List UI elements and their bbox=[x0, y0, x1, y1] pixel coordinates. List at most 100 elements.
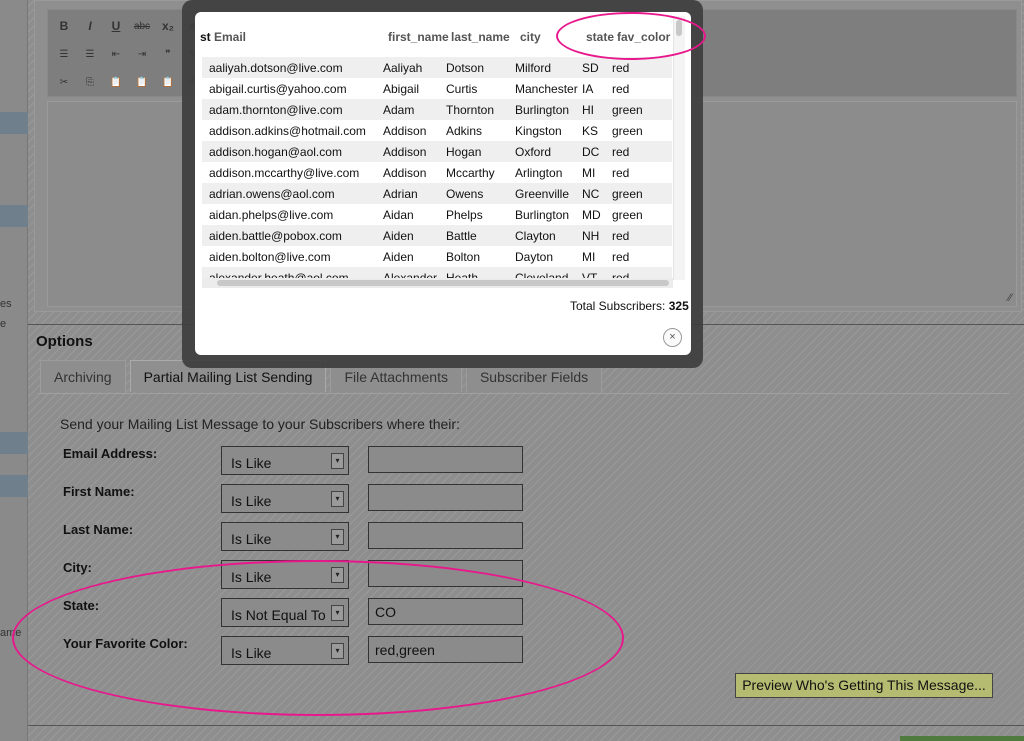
cell-state: MI bbox=[582, 166, 596, 180]
numbered-list-icon[interactable]: ☰ bbox=[56, 46, 72, 62]
cell-first-name: Abigail bbox=[383, 82, 420, 96]
total-subscribers: Total Subscribers: 325 bbox=[570, 299, 689, 313]
tab-archiving[interactable]: Archiving bbox=[40, 360, 126, 392]
cell-city: Oxford bbox=[515, 145, 552, 159]
cell-last-name: Phelps bbox=[446, 208, 483, 222]
cell-email: aaliyah.dotson@live.com bbox=[209, 61, 343, 75]
email-filter-input[interactable] bbox=[368, 446, 523, 473]
column-header-status: st bbox=[200, 30, 211, 44]
cell-email: adrian.owens@aol.com bbox=[209, 187, 335, 201]
cell-city: Greenville bbox=[515, 187, 570, 201]
cell-state: SD bbox=[582, 61, 599, 75]
cell-city: Kingston bbox=[515, 124, 562, 138]
bold-button[interactable]: B bbox=[56, 18, 72, 34]
cell-fav-color: red bbox=[612, 61, 630, 75]
paste-icon[interactable]: 📋 bbox=[108, 74, 124, 90]
cell-state: HI bbox=[582, 103, 594, 117]
select-value: Is Like bbox=[231, 493, 272, 509]
first-name-operator-select[interactable]: Is Like ▾ bbox=[221, 484, 349, 513]
italic-button[interactable]: I bbox=[82, 18, 98, 34]
cell-last-name: Dotson bbox=[446, 61, 485, 75]
cell-city: Clayton bbox=[515, 229, 556, 243]
first-name-filter-input[interactable] bbox=[368, 484, 523, 511]
paste-text-icon[interactable]: 📋 bbox=[134, 74, 150, 90]
blockquote-icon[interactable]: ❞ bbox=[160, 46, 176, 62]
cell-first-name: Aiden bbox=[383, 229, 414, 243]
cell-last-name: Adkins bbox=[446, 124, 483, 138]
cell-first-name: Aiden bbox=[383, 250, 414, 264]
cell-last-name: Hogan bbox=[446, 145, 482, 159]
cell-first-name: Aaliyah bbox=[383, 61, 423, 75]
cell-city: Dayton bbox=[515, 250, 554, 264]
options-legend: Options bbox=[36, 333, 93, 350]
cell-fav-color: green bbox=[612, 103, 643, 117]
cell-fav-color: green bbox=[612, 187, 643, 201]
sidebar-text: e bbox=[0, 318, 7, 330]
select-value: Is Like bbox=[231, 531, 272, 547]
cell-fav-color: red bbox=[612, 250, 630, 264]
cell-email: adam.thornton@live.com bbox=[209, 103, 343, 117]
close-button[interactable]: × bbox=[663, 328, 682, 347]
table-row: aidan.phelps@live.com Aidan Phelps Burlingt… bbox=[202, 204, 672, 225]
cell-first-name: Addison bbox=[383, 124, 427, 138]
cell-state: NC bbox=[582, 187, 600, 201]
horizontal-scrollbar-thumb[interactable] bbox=[217, 280, 669, 286]
cell-email: aiden.battle@pobox.com bbox=[209, 229, 342, 243]
preview-recipients-button[interactable]: Preview Who's Getting This Message... bbox=[735, 673, 993, 698]
cell-email: abigail.curtis@yahoo.com bbox=[209, 82, 347, 96]
last-name-operator-select[interactable]: Is Like ▾ bbox=[221, 522, 349, 551]
cell-state: IA bbox=[582, 82, 594, 96]
cell-state: MI bbox=[582, 250, 596, 264]
table-row: abigail.curtis@yahoo.com Abigail Curtis Man… bbox=[202, 78, 672, 99]
table-row: aiden.battle@pobox.com Aiden Battle Clayton… bbox=[202, 225, 672, 246]
cell-email: aidan.phelps@live.com bbox=[209, 208, 334, 222]
annotation-ellipse-state-color bbox=[556, 12, 706, 60]
last-name-filter-input[interactable] bbox=[368, 522, 523, 549]
cell-last-name: Mccarthy bbox=[446, 166, 495, 180]
cell-city: Arlington bbox=[515, 166, 563, 180]
subscript-button[interactable]: x₂ bbox=[160, 18, 176, 34]
underline-button[interactable]: U bbox=[108, 18, 124, 34]
cell-email: addison.hogan@aol.com bbox=[209, 145, 342, 159]
cell-state: KS bbox=[582, 124, 599, 138]
table-row: addison.adkins@hotmail.com Addison Adkins K… bbox=[202, 120, 672, 141]
cell-city: Burlington bbox=[515, 103, 570, 117]
cell-state: DC bbox=[582, 145, 600, 159]
cell-first-name: Adrian bbox=[383, 187, 418, 201]
chevron-down-icon: ▾ bbox=[331, 529, 344, 545]
cell-last-name: Bolton bbox=[446, 250, 481, 264]
cell-state: NH bbox=[582, 229, 600, 243]
vertical-scrollbar[interactable] bbox=[673, 16, 685, 280]
cell-first-name: Addison bbox=[383, 145, 427, 159]
indent-icon[interactable]: ⇥ bbox=[134, 46, 150, 62]
cell-fav-color: red bbox=[612, 229, 630, 243]
sidebar-text: es bbox=[0, 298, 12, 310]
paste-word-icon[interactable]: 📋 bbox=[160, 74, 176, 90]
table-row: adam.thornton@live.com Adam Thornton Burlin… bbox=[202, 99, 672, 120]
cell-email: addison.mccarthy@live.com bbox=[209, 166, 360, 180]
email-operator-select[interactable]: Is Like ▾ bbox=[221, 446, 349, 475]
field-label-last-name: Last Name: bbox=[63, 522, 134, 537]
resize-grip-icon[interactable]: ⁄⁄ bbox=[1008, 292, 1012, 304]
strikethrough-button[interactable]: abc bbox=[134, 18, 150, 34]
bulleted-list-icon[interactable]: ☰ bbox=[82, 46, 98, 62]
cell-fav-color: green bbox=[612, 208, 643, 222]
copy-icon[interactable]: ⎘ bbox=[82, 74, 98, 90]
toolbar-row-format: B I U abc x₂ x² bbox=[56, 18, 202, 34]
total-subscribers-count: 325 bbox=[668, 299, 689, 313]
column-header-city: city bbox=[520, 30, 541, 44]
table-row: aiden.bolton@live.com Aiden Bolton Dayton MI… bbox=[202, 246, 672, 267]
cell-email: aiden.bolton@live.com bbox=[209, 250, 331, 264]
field-label-email: Email Address: bbox=[63, 446, 158, 461]
cell-first-name: Adam bbox=[383, 103, 415, 117]
sidebar-band bbox=[0, 112, 28, 134]
field-label-first-name: First Name: bbox=[63, 484, 135, 499]
outdent-icon[interactable]: ⇤ bbox=[108, 46, 124, 62]
field-label-city: City: bbox=[63, 560, 92, 575]
select-value: Is Like bbox=[231, 455, 272, 471]
cell-city: Milford bbox=[515, 61, 552, 75]
annotation-ellipse-filters bbox=[12, 560, 624, 716]
cell-city: Manchester bbox=[515, 82, 578, 96]
column-header-first-name: first_name bbox=[388, 30, 449, 44]
cut-icon[interactable]: ✂ bbox=[56, 74, 72, 90]
